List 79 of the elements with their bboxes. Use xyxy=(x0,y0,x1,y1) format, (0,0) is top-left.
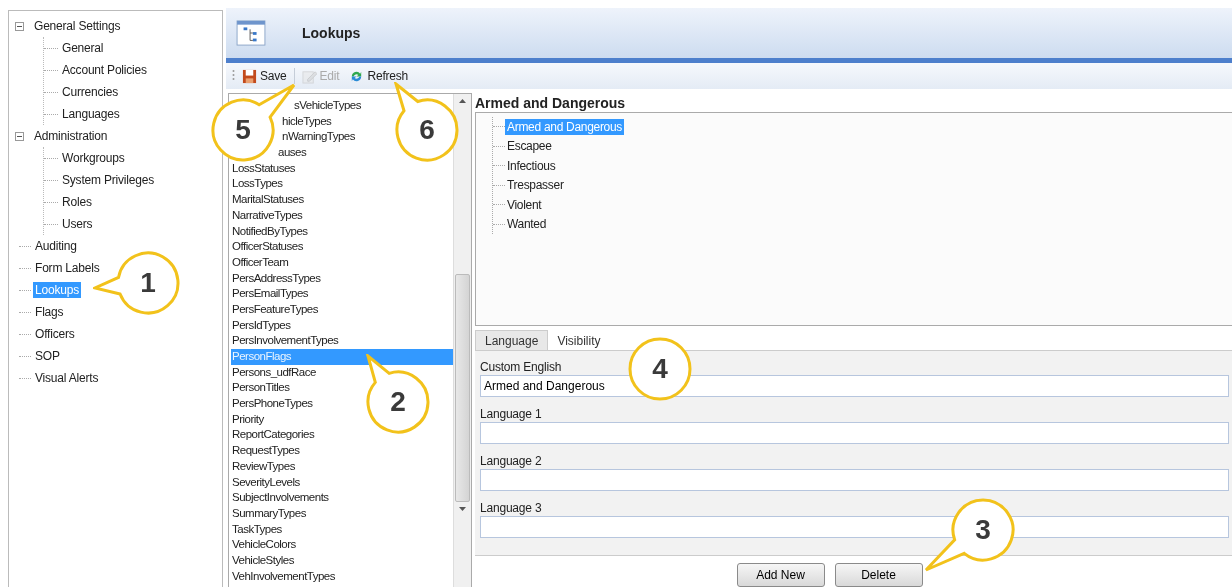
tree-item[interactable]: Infectious xyxy=(505,157,558,174)
tree-item[interactable]: Users xyxy=(60,216,95,232)
tree-item[interactable]: Auditing xyxy=(33,238,79,254)
tree-item[interactable]: System Privileges xyxy=(60,172,156,188)
list-item[interactable]: LossStatuses xyxy=(231,160,296,177)
list-item[interactable]: VehicleColors xyxy=(231,537,296,553)
list-item[interactable]: Persons_udfRace xyxy=(231,364,316,381)
save-button[interactable]: Save xyxy=(239,66,290,86)
list-item[interactable]: ReportCategories xyxy=(231,427,315,444)
tree-item[interactable]: Violent xyxy=(505,196,544,213)
list-item[interactable]: MaritalStatuses xyxy=(231,192,304,208)
tree-item[interactable]: SOP xyxy=(33,348,62,364)
collapse-icon[interactable] xyxy=(15,131,24,141)
tree-item[interactable]: Visual Alerts xyxy=(33,370,101,386)
text-field[interactable] xyxy=(480,469,1229,491)
list-item[interactable]: OfficerTeam xyxy=(231,254,289,271)
list-item[interactable]: SeverityLevels xyxy=(231,474,300,491)
refresh-button[interactable]: Refresh xyxy=(346,66,412,86)
tree-item[interactable]: Workgroups xyxy=(60,150,127,166)
list-item[interactable]: hicleTypes xyxy=(281,113,332,130)
list-item[interactable]: PersInvolvementTypes xyxy=(231,333,339,349)
tab[interactable]: Language xyxy=(475,330,549,350)
tree-item[interactable]: General xyxy=(60,40,106,56)
list-item[interactable]: PersIdTypes xyxy=(231,317,291,334)
callout-bubble xyxy=(628,337,692,401)
list-item[interactable]: PersFeatureTypes xyxy=(231,301,318,318)
list-item[interactable]: PersonTitles xyxy=(231,380,290,397)
callout-number: 5 xyxy=(234,113,252,147)
list-item[interactable]: nWarningTypes xyxy=(281,129,355,146)
tree-item[interactable]: Officers xyxy=(33,326,77,342)
list-item[interactable]: ReviewTypes xyxy=(231,458,295,475)
list-item[interactable]: VehInvolvementTypes xyxy=(231,568,335,585)
scrollbar[interactable] xyxy=(453,94,471,587)
list-item[interactable]: VehicleStyles xyxy=(231,552,294,569)
tree-item[interactable]: Wanted xyxy=(505,216,549,233)
text-field[interactable] xyxy=(480,422,1229,444)
tree-window-icon xyxy=(236,20,266,46)
collapse-icon[interactable] xyxy=(15,21,24,31)
section-title: Armed and Dangerous xyxy=(475,95,627,112)
callout-number: 2 xyxy=(389,385,407,419)
tree-item[interactable]: Account Policies xyxy=(60,62,149,78)
pencil-note-icon xyxy=(301,68,317,84)
callout-number: 1 xyxy=(139,266,157,300)
scroll-down-icon[interactable] xyxy=(459,507,466,511)
tab[interactable]: Visibility xyxy=(548,331,610,350)
list-item[interactable]: NotifiedByTypes xyxy=(231,223,308,240)
tree-item[interactable]: Roles xyxy=(60,194,94,210)
page-title: Lookups xyxy=(302,25,361,41)
action-button[interactable]: Add New xyxy=(736,563,825,587)
list-item[interactable]: PersEmailTypes xyxy=(231,286,309,302)
callout-number: 6 xyxy=(418,113,436,147)
list-item[interactable]: Priority xyxy=(231,411,264,428)
scroll-up-icon[interactable] xyxy=(459,99,466,103)
list-item[interactable]: sVehicleTypes xyxy=(293,98,361,114)
list-item[interactable]: SummaryTypes xyxy=(231,505,306,522)
tree-item[interactable]: Administration xyxy=(32,128,110,144)
field-label: Language 3 xyxy=(480,500,542,516)
field-label: Language 1 xyxy=(480,406,542,422)
callout-number: 3 xyxy=(974,513,992,547)
tree-item[interactable]: General Settings xyxy=(32,18,123,34)
tree-item[interactable]: Escapee xyxy=(505,138,554,155)
tree-item[interactable]: Form Labels xyxy=(33,260,102,276)
toolbar-grip xyxy=(232,69,235,83)
tree-item[interactable]: Languages xyxy=(60,106,122,122)
list-item[interactable]: auses xyxy=(277,145,307,161)
list-item[interactable]: PersPhoneTypes xyxy=(231,396,313,412)
list-item[interactable]: RequestTypes xyxy=(231,443,300,459)
list-item[interactable]: TaskTypes xyxy=(231,521,282,538)
list-item[interactable]: SubjectInvolvements xyxy=(231,490,329,506)
list-item[interactable]: LossTypes xyxy=(231,176,283,193)
field-label: Custom English xyxy=(480,359,562,375)
list-item[interactable]: NarrativeTypes xyxy=(231,207,303,224)
tree-item[interactable]: Trespasser xyxy=(505,177,566,194)
action-button[interactable]: Delete xyxy=(834,563,923,587)
list-item[interactable]: OfficerStatuses xyxy=(231,239,303,255)
tree-item[interactable]: Currencies xyxy=(60,84,121,100)
field-label: Language 2 xyxy=(480,453,542,469)
tree-item[interactable]: Flags xyxy=(33,304,66,320)
list-item[interactable]: PersAddressTypes xyxy=(231,270,321,287)
